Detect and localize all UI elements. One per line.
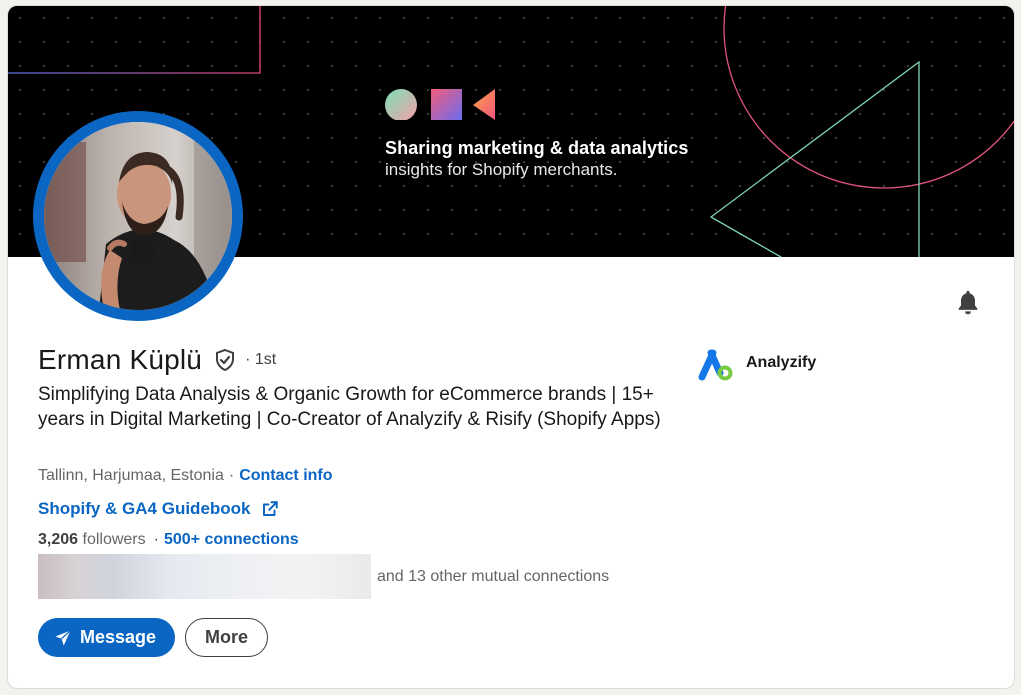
separator-dot: · (228, 467, 235, 484)
verified-shield-icon[interactable] (213, 348, 237, 372)
name-row: Erman Küplü · 1st (38, 344, 276, 376)
avatar-photo-illustration (44, 122, 232, 310)
banner-tagline: Sharing marketing & data analytics insig… (385, 138, 689, 180)
message-button[interactable]: Message (38, 618, 176, 657)
profile-location: Tallinn, Harjumaa, Estonia (38, 467, 224, 484)
banner-tagline-line2: insights for Shopify merchants. (385, 160, 618, 179)
profile-actions: Message More (38, 618, 269, 657)
profile-headline: Simplifying Data Analysis & Organic Grow… (38, 384, 661, 430)
connection-degree: · 1st (245, 351, 277, 368)
profile-card: Sharing marketing & data analytics insig… (8, 6, 1014, 688)
message-button-label: Message (80, 627, 157, 647)
send-icon (55, 629, 71, 645)
followers-count: 3,206 (38, 531, 79, 548)
profile-avatar[interactable] (33, 111, 243, 321)
more-button[interactable]: More (185, 618, 269, 657)
bell-icon[interactable] (954, 288, 982, 316)
followers-row: 3,206 followers · 500+ connections (38, 531, 299, 549)
connections-link[interactable]: 500+ connections (164, 531, 299, 548)
mutual-connections-row[interactable]: and 13 other mutual connections (38, 554, 609, 599)
external-link-icon (262, 501, 278, 516)
analyzify-logo-icon (698, 349, 733, 381)
mutual-connections-text[interactable]: and 13 other mutual connections (377, 568, 609, 586)
featured-link-row[interactable]: Shopify & GA4 Guidebook (38, 499, 279, 519)
contact-info-link[interactable]: Contact info (239, 467, 332, 484)
followers-label: followers (82, 531, 146, 548)
avatar-photo (44, 122, 232, 310)
current-company[interactable]: Analyzify (694, 344, 816, 382)
separator-dot: · (153, 531, 159, 548)
profile-name: Erman Küplü (38, 344, 203, 375)
mutual-connections-blurred (38, 554, 371, 599)
banner-tagline-line1: Sharing marketing & data analytics (385, 138, 689, 158)
banner-shapes (385, 89, 495, 120)
company-name: Analyzify (746, 354, 817, 371)
location-row: Tallinn, Harjumaa, Estonia · Contact info (38, 467, 333, 485)
featured-link[interactable]: Shopify & GA4 Guidebook (38, 499, 251, 519)
